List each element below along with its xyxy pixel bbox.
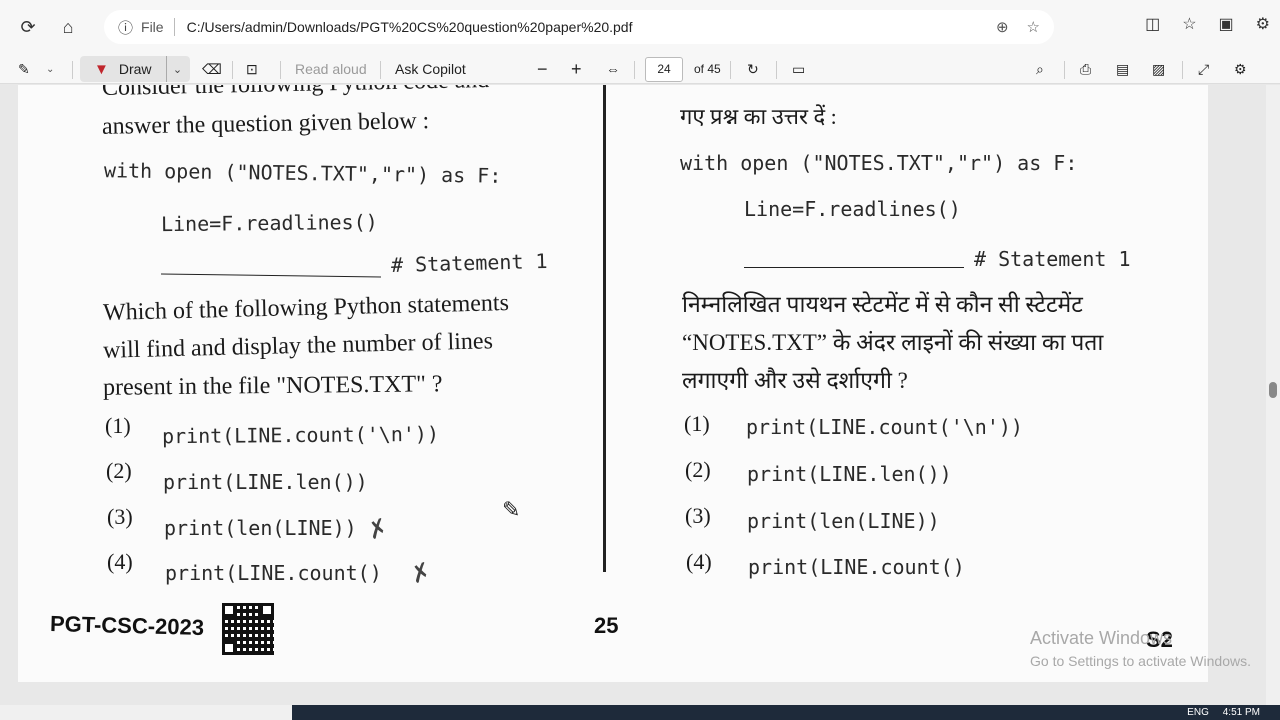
right-blank-line [744,267,964,268]
draw-chevron-icon[interactable]: ⌄ [166,56,188,82]
right-statement-comment: # Statement 1 [974,247,1131,271]
search-icon[interactable]: ⌕ [1036,54,1044,84]
page-total-label: of 45 [694,62,721,76]
read-aloud-button[interactable]: Read aloud [295,54,367,84]
left-option-2-number: (2) [106,458,132,483]
left-question-line-1: Which of the following Python statements [102,290,510,326]
pdf-page: Consider the following Python code and a… [18,85,1208,682]
toolbar-divider [280,61,281,79]
home-icon[interactable]: ⌂ [48,7,88,47]
right-option-2-code: print(LINE.len()) [747,462,952,486]
right-option-3-number: (3) [685,503,711,528]
url-text[interactable]: C:/Users/admin/Downloads/PGT%20CS%20ques… [187,19,633,35]
rotate-icon[interactable]: ↻ [747,54,759,84]
taskbar-search-box[interactable] [0,705,292,720]
address-info-label: File [141,19,164,35]
toolbar-divider [730,61,731,79]
activate-windows-title: Activate Windows [1030,628,1173,648]
vertical-scrollbar[interactable] [1266,85,1280,705]
activate-windows-subtitle: Go to Settings to activate Windows. [1030,653,1251,669]
scrollbar-thumb[interactable] [1269,382,1277,398]
zoom-in-button[interactable]: + [571,54,582,84]
zoom-icon[interactable]: ⊕ [996,18,1009,36]
pdf-toolbar: ✎ ⌄ ▼ Draw ⌄ ⌫ ⊡ Read aloud Ask Copilot … [0,54,1280,84]
page-number-input[interactable]: 24 [645,57,683,82]
right-option-1-code: print(LINE.count('\n')) [746,415,1023,439]
toolbar-divider [1182,61,1183,79]
cross-mark-icon: ✗ [406,557,436,590]
toolbar-divider [776,61,777,79]
clock-time[interactable]: 4:51 PM [1223,707,1260,718]
page-number-label: 25 [594,613,619,638]
draw-pen-icon: ▼ [94,60,109,78]
eraser-icon[interactable]: ⌫ [202,54,222,84]
highlight-chevron-icon[interactable]: ⌄ [46,54,54,84]
left-option-3-code: print(len(LINE)) [164,516,357,540]
right-code-line-2: Line=F.readlines() [744,197,961,221]
pencil-cursor-icon: ✎ [502,497,521,522]
left-option-3-number: (3) [107,504,133,529]
paper-code: PGT-CSC-2023 [49,610,205,641]
toolbar-divider [380,61,381,79]
system-tray: ENG 4:51 PM [1187,707,1260,718]
right-option-1-number: (1) [684,411,710,436]
highlight-icon[interactable]: ✎ [18,54,30,84]
language-indicator[interactable]: ENG [1187,707,1209,718]
right-option-4-number: (4) [686,549,712,574]
info-icon[interactable]: ⓘ [118,17,133,38]
split-screen-icon[interactable]: ◫ [1145,14,1160,34]
toolbar-divider [72,61,73,79]
left-question-line-3: present in the file "NOTES.TXT" ? [102,371,443,401]
left-option-4-number: (4) [107,549,133,574]
right-intro-line-2: गए प्रश्न का उत्तर दें : [680,104,837,129]
left-option-1-number: (1) [105,413,131,438]
address-separator [173,18,175,36]
right-question-line-3: लगाएगी और उसे दर्शाएगी ? [682,368,908,393]
right-option-4-code: print(LINE.count() [748,555,965,579]
document-viewport[interactable]: Consider the following Python code and a… [0,85,1280,705]
fit-page-icon[interactable]: ⇔ [606,54,620,84]
favorite-star-icon[interactable]: ☆ [1027,18,1040,36]
left-option-2-code: print(LINE.len()) [163,470,368,494]
windows-taskbar: ENG 4:51 PM [0,705,1280,720]
column-divider [603,85,606,572]
browser-address-row: ⟳ ⌂ ⓘ File C:/Users/admin/Downloads/PGT%… [0,0,1280,54]
ask-copilot-button[interactable]: Ask Copilot [395,54,466,84]
right-option-3-code: print(len(LINE)) [747,509,940,533]
left-code-line-1: with open ("NOTES.TXT","r") as F: [103,158,502,188]
right-question-line-1: निम्नलिखित पायथन स्टेटमेंट में से कौन सी… [682,292,1083,317]
favorites-icon[interactable]: ☆ [1182,14,1196,34]
left-blank-line [161,273,381,278]
right-code-line-1: with open ("NOTES.TXT","r") as F: [680,151,1078,175]
collections-icon[interactable]: ▣ [1219,14,1234,34]
fullscreen-icon[interactable]: ⤢ [1198,54,1209,84]
draw-label: Draw [118,61,152,77]
left-intro-line-2: answer the question given below : [101,108,430,140]
toolbar-divider [1064,61,1065,79]
left-option-4-code: print(LINE.count() [165,561,382,585]
refresh-icon[interactable]: ⟳ [8,7,48,47]
left-intro-line-1: Consider the following Python code and [102,85,490,102]
save-as-icon[interactable]: ▨ [1152,54,1165,84]
text-box-icon[interactable]: ⊡ [246,54,258,84]
right-question-line-2: “NOTES.TXT” के अंदर लाइनों की संख्या का … [682,330,1104,355]
right-option-2-number: (2) [685,457,711,482]
toolbar-divider [634,61,635,79]
zoom-out-button[interactable]: − [537,54,548,84]
left-question-line-2: will find and display the number of line… [102,328,494,364]
settings-gear-icon[interactable]: ⚙ [1234,54,1247,84]
address-bar[interactable]: ⓘ File C:/Users/admin/Downloads/PGT%20CS… [104,10,1054,44]
left-statement-comment: # Statement 1 [390,248,548,278]
save-icon[interactable]: ▤ [1116,54,1129,84]
cross-mark-icon: ✗ [363,513,393,546]
left-code-line-2: Line=F.readlines() [160,209,378,237]
extensions-icon[interactable]: ⚙ [1256,14,1270,34]
qr-code-icon [222,603,274,655]
page-view-icon[interactable]: ▭ [792,54,805,84]
print-icon[interactable]: ⎙ [1080,54,1091,84]
left-option-1-code: print(LINE.count('\n')) [161,421,440,449]
toolbar-divider [232,61,233,79]
draw-button[interactable]: ▼ Draw ⌄ [80,56,190,82]
